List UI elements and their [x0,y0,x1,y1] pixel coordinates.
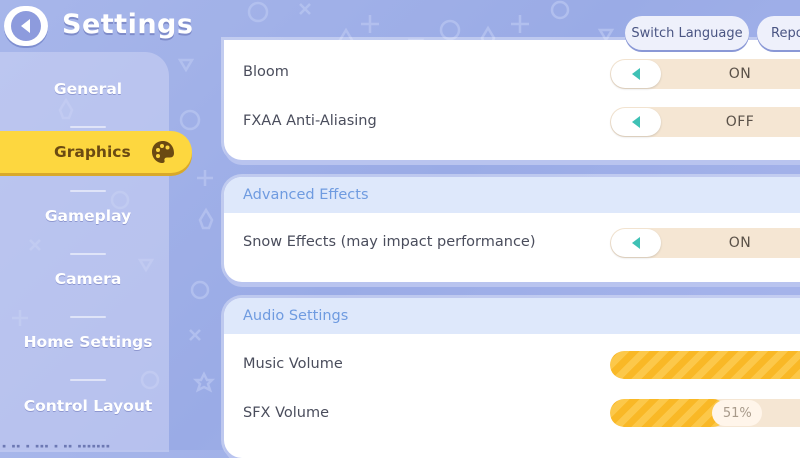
sidebar-item-home-settings[interactable]: Home Settings [0,322,176,362]
sidebar-item-label: Home Settings [23,333,153,351]
nav-divider [70,190,106,192]
snow-effects-value: ON [728,235,752,251]
fxaa-label: FXAA Anti-Aliasing [243,113,377,129]
sidebar-item-label: Camera [54,270,122,288]
switch-language-button[interactable]: Switch Language [625,16,749,50]
section-header: Advanced Effects [224,177,800,213]
sfx-volume-handle[interactable]: 51% [712,400,763,426]
audio-settings-panel: Audio Settings Music Volume SFX Volume 5… [224,298,800,458]
sidebar-item-label: Graphics [54,143,131,161]
sidebar-item-label: General [53,80,123,98]
back-arrow-icon [11,11,41,41]
nav-divider [70,379,106,381]
nav-divider [70,316,106,318]
debug-overlay: ▪ ▪▪ ▪ ▪▪▪ ▪ ▪▪ ▪▪▪▪▪▪▪ [2,442,111,450]
music-volume-fill [610,351,800,379]
palette-icon [150,139,176,169]
snow-effects-label: Snow Effects (may impact performance) [243,234,536,250]
left-arrow-icon[interactable] [611,229,661,257]
fxaa-value: OFF [725,114,755,130]
nav-divider [70,126,106,128]
sidebar-item-control-layout[interactable]: Control Layout [0,386,176,426]
left-arrow-icon[interactable] [611,60,661,88]
fxaa-toggle[interactable]: OFF [610,107,800,137]
graphics-settings-panel: Bloom ON FXAA Anti-Aliasing OFF [224,40,800,160]
section-header: Audio Settings [224,298,800,334]
music-volume-label: Music Volume [243,356,343,372]
nav-divider [70,253,106,255]
bloom-toggle[interactable]: ON [610,59,800,89]
music-volume-slider[interactable] [610,351,800,379]
sidebar-item-label: Gameplay [44,207,132,225]
page-title: Settings [62,9,194,40]
sidebar-item-graphics[interactable]: Graphics [0,131,192,173]
sidebar-item-general[interactable]: General [0,69,176,109]
advanced-effects-panel: Advanced Effects Snow Effects (may impac… [224,177,800,282]
sfx-volume-label: SFX Volume [243,405,330,421]
bloom-label: Bloom [243,64,289,80]
sidebar-item-label: Control Layout [23,397,153,415]
snow-effects-toggle[interactable]: ON [610,228,800,258]
back-button[interactable] [4,6,48,46]
sidebar-item-camera[interactable]: Camera [0,259,176,299]
report-button[interactable]: Report [757,16,800,50]
sfx-volume-fill [610,399,728,427]
sfx-volume-slider[interactable]: 51% [610,399,800,427]
sidebar-item-gameplay[interactable]: Gameplay [0,196,176,236]
left-arrow-icon[interactable] [611,108,661,136]
bloom-value: ON [728,66,752,82]
